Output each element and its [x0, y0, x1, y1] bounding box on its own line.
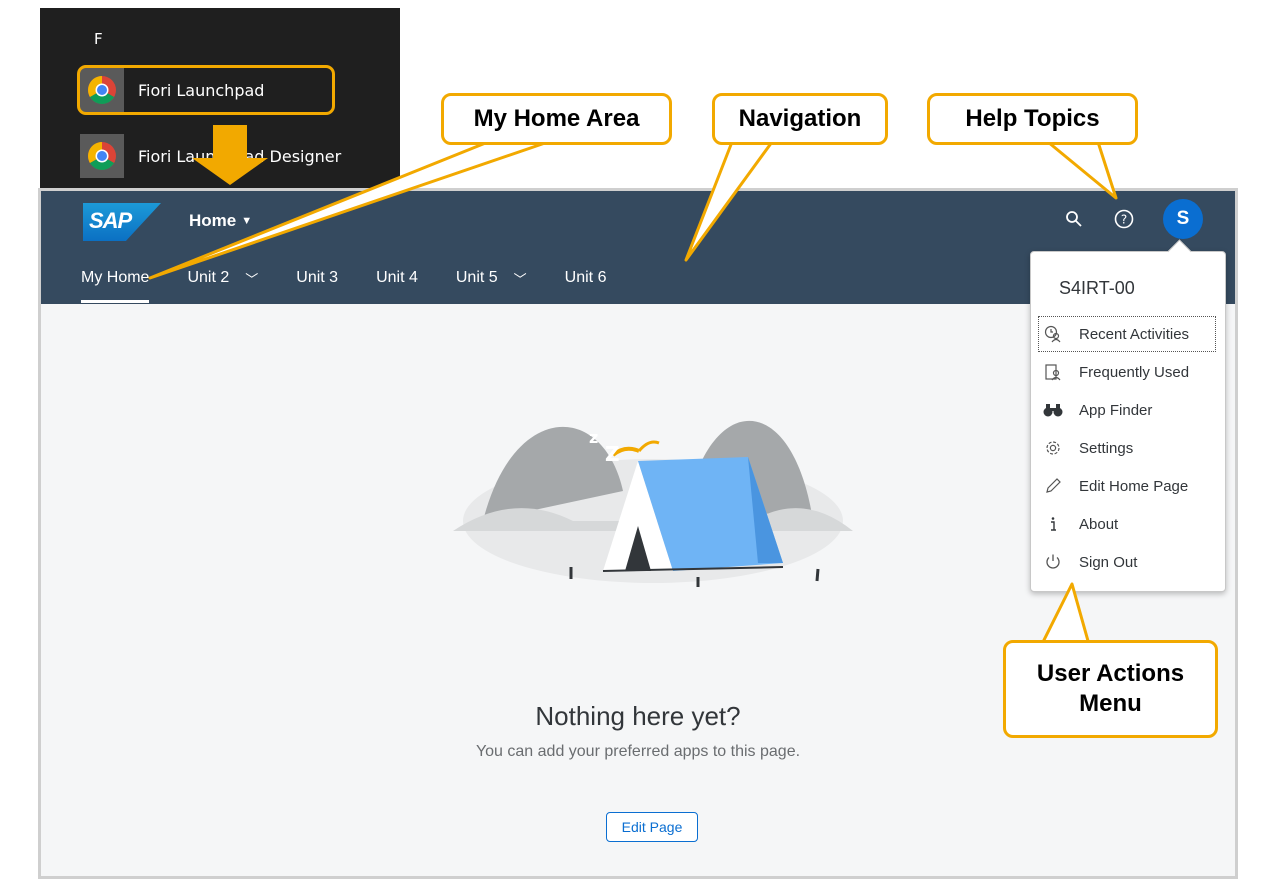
callout-help-topics: Help Topics	[927, 93, 1138, 145]
callout-user-actions-menu: User Actions Menu	[1003, 640, 1218, 738]
callout-navigation: Navigation	[712, 93, 888, 145]
callout-my-home-area: My Home Area	[441, 93, 672, 145]
